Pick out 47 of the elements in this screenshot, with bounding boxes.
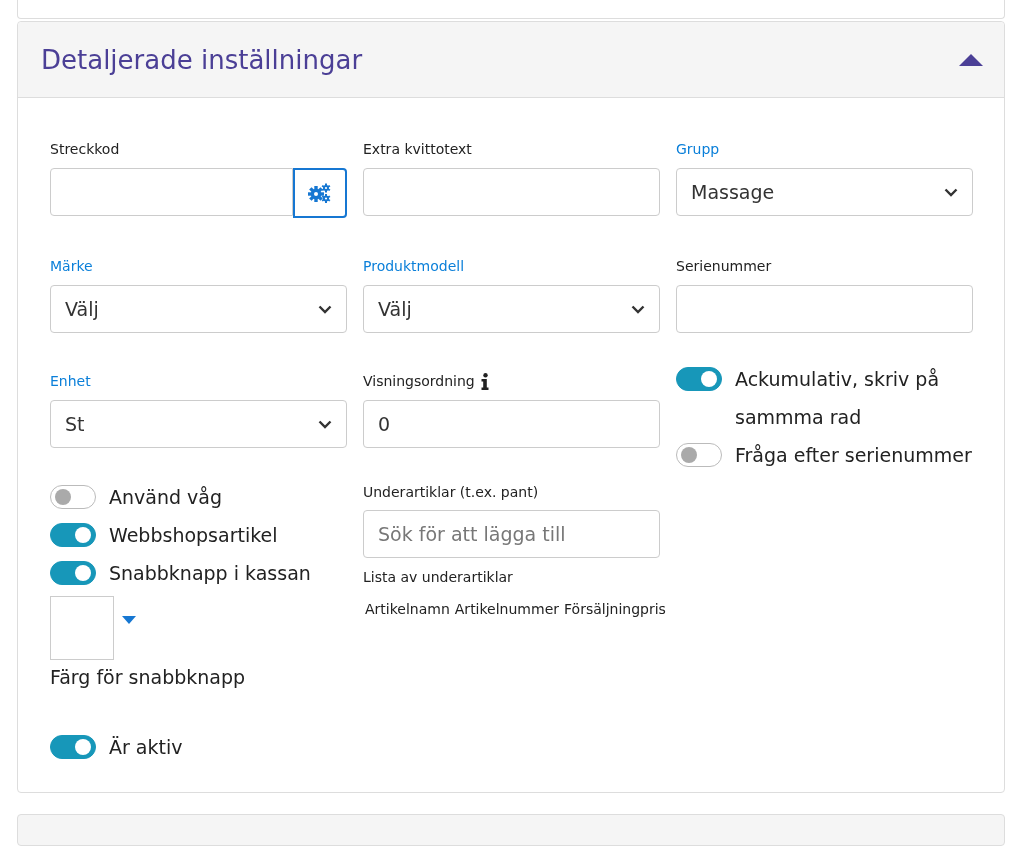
column-header: Försäljningpris bbox=[564, 601, 666, 617]
color-label: Färg för snabbknapp bbox=[50, 666, 247, 688]
search-field[interactable]: Sök för att lägga till bbox=[363, 510, 660, 558]
text-field[interactable] bbox=[676, 285, 973, 333]
panel-header[interactable]: Detaljerade inställningar bbox=[18, 22, 1004, 98]
toggle-label: Är aktiv bbox=[109, 735, 183, 760]
field-label[interactable]: Märke bbox=[50, 258, 93, 274]
toggle-switch[interactable] bbox=[50, 561, 96, 585]
list-title: Lista av underartiklar bbox=[363, 569, 514, 585]
barcode-field[interactable] bbox=[50, 168, 293, 216]
dropdown[interactable]: Välj bbox=[363, 285, 660, 333]
field-label: Streckkod bbox=[50, 141, 120, 157]
caret-down-icon[interactable] bbox=[122, 616, 136, 624]
color-swatch[interactable] bbox=[50, 596, 114, 660]
toggle-label: Fråga efter serienummer bbox=[735, 443, 972, 468]
toggle-label: Ackumulativ, skriv på sammma rad bbox=[735, 367, 941, 430]
toggle-label: Snabbknapp i kassan bbox=[109, 561, 311, 586]
toggle-switch[interactable] bbox=[50, 485, 96, 509]
toggle-switch[interactable] bbox=[676, 443, 722, 467]
field-label: Underartiklar (t.ex. pant) bbox=[363, 484, 540, 500]
dropdown[interactable]: Massage bbox=[676, 168, 973, 216]
field-label: Extra kvittotext bbox=[363, 141, 472, 157]
field-label[interactable]: Produktmodell bbox=[363, 258, 465, 274]
chevron-down-icon bbox=[318, 419, 332, 429]
column-header: Artikelnamn bbox=[365, 601, 450, 617]
panel-title: Detaljerade inställningar bbox=[41, 44, 363, 75]
toggle-switch[interactable] bbox=[676, 367, 722, 391]
toggle-switch[interactable] bbox=[50, 735, 96, 759]
chevron-down-icon bbox=[944, 187, 958, 197]
toggle-label: Webbshopsartikel bbox=[109, 523, 278, 548]
chevron-down-icon bbox=[631, 304, 645, 314]
field-label: Visningsordning bbox=[363, 373, 475, 389]
toggle-label: Använd våg bbox=[109, 485, 223, 510]
field-label: Serienummer bbox=[676, 258, 772, 274]
field-label[interactable]: Grupp bbox=[676, 141, 720, 157]
dropdown[interactable]: Välj bbox=[50, 285, 347, 333]
caret-up-icon[interactable] bbox=[958, 52, 984, 67]
toggle-switch[interactable] bbox=[50, 523, 96, 547]
text-field[interactable] bbox=[363, 168, 660, 216]
chevron-down-icon bbox=[318, 304, 332, 314]
gears-icon bbox=[308, 183, 332, 203]
generate-button[interactable] bbox=[293, 168, 347, 218]
column-header: Artikelnummer bbox=[454, 601, 559, 617]
info-icon[interactable] bbox=[480, 372, 489, 390]
dropdown[interactable]: St bbox=[50, 400, 347, 448]
field-label[interactable]: Enhet bbox=[50, 373, 91, 389]
text-field[interactable]: 0 bbox=[363, 400, 660, 448]
